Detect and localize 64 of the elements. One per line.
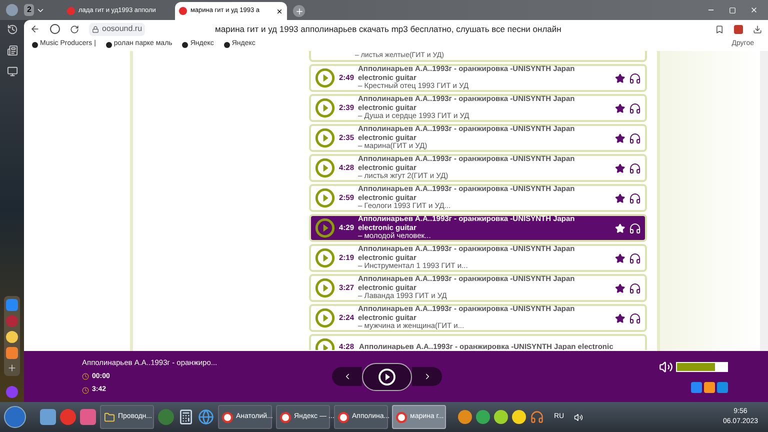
reload-icon[interactable] bbox=[70, 24, 79, 34]
star-icon[interactable] bbox=[614, 282, 625, 294]
history-icon[interactable] bbox=[6, 24, 18, 35]
news-icon[interactable] bbox=[6, 45, 18, 56]
site-icon bbox=[179, 7, 188, 15]
site-icon bbox=[67, 7, 76, 15]
browser-icon bbox=[222, 412, 233, 422]
address-text: oosound.ru bbox=[102, 23, 142, 35]
plus-icon bbox=[294, 6, 304, 16]
maximize-icon[interactable] bbox=[729, 6, 736, 14]
tab-counter[interactable]: 2 bbox=[24, 4, 34, 16]
download-icon[interactable] bbox=[753, 24, 762, 34]
volume-icon[interactable] bbox=[659, 360, 673, 374]
bookmark-icon bbox=[224, 42, 230, 48]
clock-icon bbox=[82, 386, 89, 394]
start-button[interactable] bbox=[4, 406, 26, 428]
headphones-icon[interactable] bbox=[628, 72, 641, 84]
bookmark-icon bbox=[32, 42, 38, 48]
headphones-icon[interactable] bbox=[628, 132, 641, 144]
globe-icon[interactable] bbox=[198, 409, 214, 425]
scrollbar[interactable] bbox=[760, 51, 768, 351]
play-button[interactable] bbox=[362, 362, 412, 390]
headphones-icon[interactable] bbox=[628, 192, 641, 204]
extension-icon[interactable] bbox=[734, 24, 743, 34]
bookmark-icon[interactable] bbox=[715, 24, 724, 34]
calculator-icon[interactable] bbox=[178, 409, 194, 425]
close-icon[interactable] bbox=[276, 8, 284, 14]
star-icon[interactable] bbox=[614, 192, 625, 204]
headphones-icon[interactable] bbox=[628, 252, 641, 264]
star-icon[interactable] bbox=[614, 312, 625, 324]
volume-track[interactable] bbox=[676, 362, 728, 372]
headphones-icon[interactable] bbox=[628, 102, 641, 114]
browser-icon bbox=[338, 412, 349, 422]
share-icon[interactable] bbox=[704, 382, 715, 393]
app-icon[interactable] bbox=[512, 410, 526, 424]
headphones-icon[interactable] bbox=[628, 282, 641, 294]
volume-icon[interactable] bbox=[574, 412, 584, 422]
bookmark-icon bbox=[182, 42, 188, 48]
share-icon[interactable] bbox=[691, 382, 702, 393]
star-icon[interactable] bbox=[614, 102, 625, 114]
app-icon[interactable] bbox=[458, 410, 472, 424]
play-icon bbox=[378, 368, 396, 386]
page-title: марина гит и уд 1993 апполинарьев скачать mp3 бесплатно, слушать все песни онлайн bbox=[215, 22, 562, 36]
star-icon[interactable] bbox=[614, 252, 625, 264]
new-tab-button[interactable] bbox=[293, 5, 306, 17]
clock-icon bbox=[82, 373, 89, 380]
browser-icon bbox=[280, 412, 291, 422]
screen-icon[interactable] bbox=[6, 66, 18, 77]
avatar[interactable] bbox=[6, 4, 18, 16]
back-icon[interactable] bbox=[30, 24, 40, 34]
headphones-icon[interactable] bbox=[628, 312, 641, 324]
app-icon[interactable] bbox=[476, 410, 490, 424]
lock-icon bbox=[92, 26, 99, 32]
bookmark-icon bbox=[106, 42, 112, 48]
star-icon[interactable] bbox=[614, 162, 625, 174]
star-icon[interactable] bbox=[614, 132, 625, 144]
app-icon[interactable] bbox=[494, 410, 508, 424]
star-icon[interactable] bbox=[614, 72, 625, 84]
browser-icon bbox=[396, 412, 407, 422]
share-icon[interactable] bbox=[717, 382, 728, 393]
folder-icon bbox=[104, 412, 115, 422]
headphones-icon[interactable] bbox=[628, 162, 641, 174]
address-field[interactable]: oosound.ru bbox=[89, 22, 146, 36]
add-icon[interactable] bbox=[7, 363, 17, 373]
